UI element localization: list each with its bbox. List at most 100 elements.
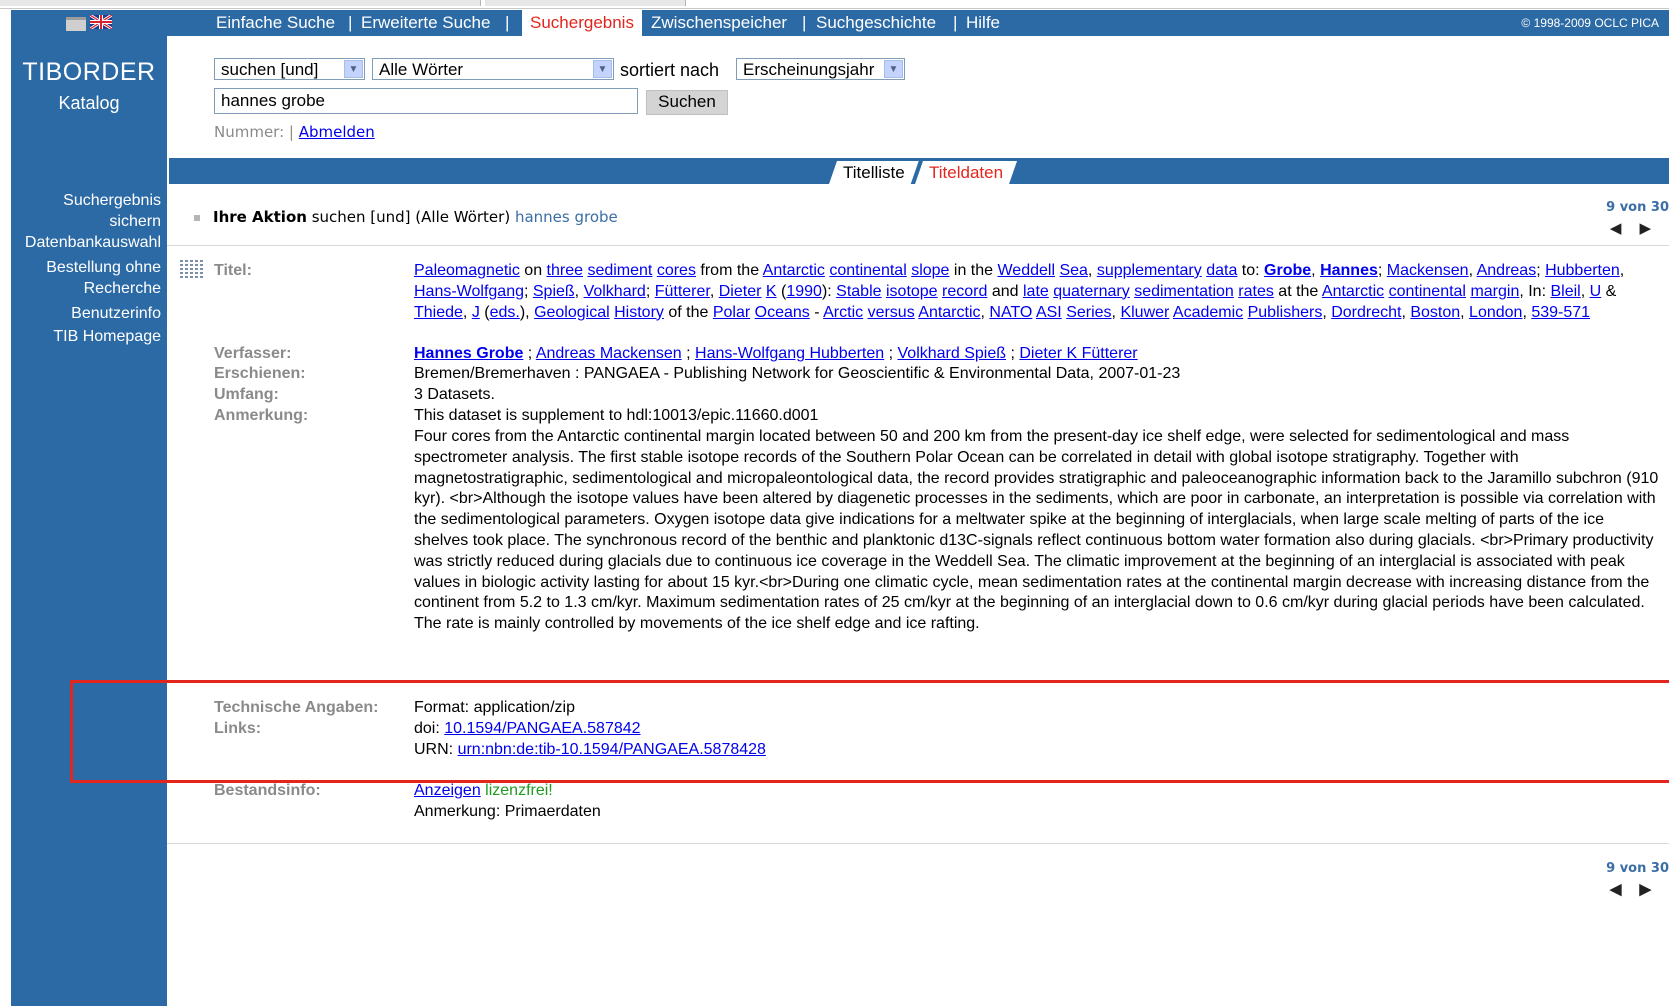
title-link[interactable]: data — [1206, 262, 1237, 279]
title-link[interactable]: Oceans — [755, 304, 810, 321]
search-input[interactable]: hannes grobe — [214, 88, 638, 114]
chevron-down-icon: ▼ — [593, 60, 612, 78]
title-link[interactable]: Antarctic — [763, 262, 825, 279]
title-link[interactable]: quaternary — [1053, 283, 1130, 300]
title-link[interactable]: ASI — [1036, 304, 1062, 321]
sidebar-item-bestellung[interactable]: Bestellung ohne Recherche — [11, 257, 161, 299]
next-arrow-icon[interactable]: ▶ — [1639, 219, 1669, 237]
uk-flag-icon[interactable] — [90, 15, 112, 29]
logout-link[interactable]: Abmelden — [299, 123, 375, 141]
title-link[interactable]: cores — [657, 262, 696, 279]
title-link[interactable]: late — [1023, 283, 1049, 300]
title-link[interactable]: versus — [868, 304, 915, 321]
sidebar-item-datenbankauswahl[interactable]: Datenbankauswahl — [11, 232, 161, 253]
title-link[interactable]: sediment — [587, 262, 652, 279]
title-link[interactable]: Weddell — [997, 262, 1055, 279]
urn-link[interactable]: urn:nbn:de:tib-10.1594/PANGAEA.5878428 — [458, 741, 766, 758]
title-link[interactable]: Bleil — [1550, 283, 1580, 300]
author-link[interactable]: Dieter K Fütterer — [1019, 345, 1137, 362]
title-link[interactable]: Thiede — [414, 304, 463, 321]
nav-suchgeschichte[interactable]: Suchgeschichte — [816, 13, 936, 33]
title-link[interactable]: 1990 — [786, 283, 822, 300]
sidebar-item-benutzerinfo[interactable]: Benutzerinfo — [11, 303, 161, 324]
title-link[interactable]: rates — [1238, 283, 1274, 300]
operator-select[interactable]: suchen [und] ▼ — [214, 58, 365, 80]
author-link[interactable]: Hans-Wolfgang Hubberten — [695, 345, 884, 362]
title-link[interactable]: Arctic — [823, 304, 863, 321]
title-link[interactable]: Dieter — [719, 283, 762, 300]
title-link[interactable]: Andreas — [1477, 262, 1537, 279]
nav-erweiterte-suche[interactable]: Erweiterte Suche — [361, 13, 490, 33]
title-link[interactable]: continental — [829, 262, 906, 279]
title-link[interactable]: supplementary — [1097, 262, 1202, 279]
next-arrow-icon[interactable]: ▶ — [1639, 881, 1669, 898]
title-link[interactable]: Antarctic — [1322, 283, 1384, 300]
title-link[interactable]: record — [942, 283, 987, 300]
title-link[interactable]: J — [472, 304, 480, 321]
nav-suchergebnis[interactable]: Suchergebnis — [522, 10, 642, 36]
title-link[interactable]: slope — [911, 262, 949, 279]
sort-select[interactable]: Erscheinungsjahr ▼ — [736, 58, 905, 80]
title-link[interactable]: NATO — [989, 304, 1032, 321]
divider — [167, 245, 1669, 246]
tab-titelliste[interactable]: Titelliste — [829, 161, 919, 184]
title-link[interactable]: eds. — [490, 304, 520, 321]
bestand-anzeigen-link[interactable]: Anzeigen — [414, 782, 481, 799]
urn-label: URN: — [414, 741, 454, 758]
author-link[interactable]: Andreas Mackensen — [536, 345, 682, 362]
license-free-text: lizenzfrei! — [485, 782, 553, 799]
value-anmerkung-1: This dataset is supplement to hdl:10013/… — [414, 407, 819, 424]
title-link[interactable]: Paleomagnetic — [414, 262, 520, 279]
tab-titeldaten[interactable]: Titeldaten — [915, 161, 1017, 184]
sidebar-item-suchergebnis-sichern[interactable]: Suchergebnis sichern — [11, 190, 161, 232]
title-link[interactable]: continental — [1389, 283, 1466, 300]
nav-separator: | — [637, 13, 642, 32]
copyright: © 1998-2009 OCLC PICA — [1521, 16, 1659, 30]
title-link[interactable]: Spieß — [533, 283, 575, 300]
title-link[interactable]: Academic — [1173, 304, 1243, 321]
title-link[interactable]: Grobe — [1264, 262, 1311, 279]
nav-zwischenspeicher[interactable]: Zwischenspeicher — [651, 13, 787, 33]
title-link[interactable]: Volkhard — [584, 283, 646, 300]
prev-arrow-icon[interactable]: ◀ — [1610, 219, 1640, 237]
title-link[interactable]: History — [614, 304, 664, 321]
action-label: Ihre Aktion — [213, 208, 307, 226]
german-flag-icon[interactable] — [66, 17, 86, 31]
nav-hilfe[interactable]: Hilfe — [966, 13, 1000, 33]
title-link[interactable]: Series — [1066, 304, 1111, 321]
title-link[interactable]: Geological — [534, 304, 610, 321]
title-link[interactable]: Fütterer — [655, 283, 710, 300]
title-link[interactable]: Mackensen — [1387, 262, 1469, 279]
chevron-down-icon: ▼ — [884, 60, 903, 78]
title-link[interactable]: Boston — [1410, 304, 1460, 321]
sidebar-item-tib-homepage[interactable]: TIB Homepage — [11, 326, 161, 347]
title-link[interactable]: Hannes — [1320, 262, 1378, 279]
label-verfasser: Verfasser: — [214, 345, 292, 362]
title-link[interactable]: K — [766, 283, 777, 300]
field-select[interactable]: Alle Wörter ▼ — [372, 58, 614, 80]
doi-link[interactable]: 10.1594/PANGAEA.587842 — [444, 720, 640, 737]
title-link[interactable]: Polar — [713, 304, 750, 321]
title-link[interactable]: isotope — [886, 283, 938, 300]
author-link[interactable]: Hannes Grobe — [414, 345, 523, 362]
title-link[interactable]: Kluwer — [1120, 304, 1169, 321]
title-link[interactable]: 539-571 — [1531, 304, 1590, 321]
title-link[interactable]: Dordrecht — [1331, 304, 1401, 321]
title-link[interactable]: Hans-Wolfgang — [414, 283, 524, 300]
title-link[interactable]: U — [1590, 283, 1602, 300]
prev-arrow-icon[interactable]: ◀ — [1610, 881, 1640, 898]
title-link[interactable]: Sea — [1059, 262, 1087, 279]
search-button[interactable]: Suchen — [646, 90, 728, 115]
language-switch — [11, 10, 167, 36]
title-link[interactable]: three — [547, 262, 583, 279]
title-link[interactable]: London — [1469, 304, 1522, 321]
value-titel: Paleomagnetic on three sediment cores fr… — [414, 262, 1625, 321]
author-link[interactable]: Volkhard Spieß — [898, 345, 1007, 362]
nav-einfache-suche[interactable]: Einfache Suche — [216, 13, 335, 33]
title-link[interactable]: Stable — [836, 283, 881, 300]
title-link[interactable]: Publishers — [1248, 304, 1323, 321]
title-link[interactable]: Hubberten — [1545, 262, 1620, 279]
title-link[interactable]: margin — [1470, 283, 1519, 300]
title-link[interactable]: Antarctic — [918, 304, 980, 321]
title-link[interactable]: sedimentation — [1134, 283, 1234, 300]
